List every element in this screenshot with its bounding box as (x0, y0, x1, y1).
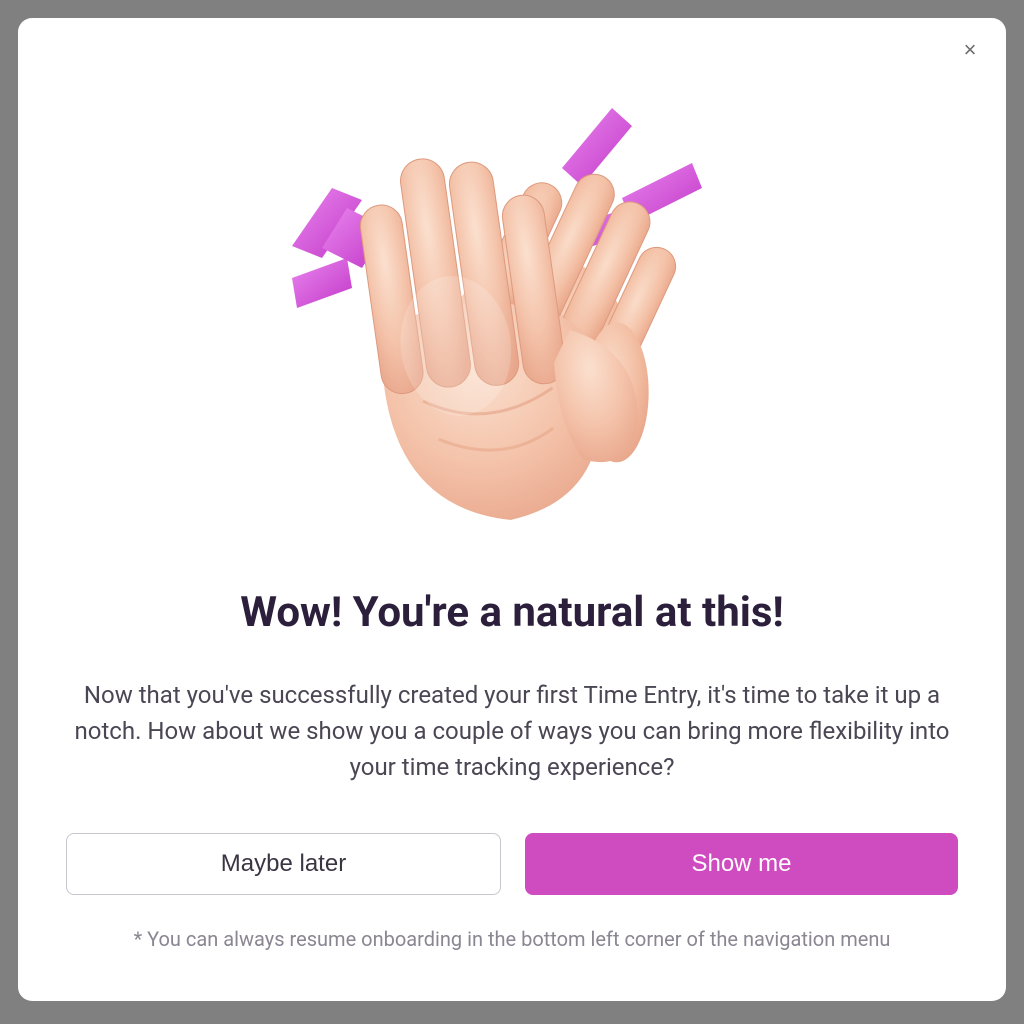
close-button[interactable]: × (956, 36, 984, 64)
modal-backdrop: × (0, 0, 1024, 1024)
modal-footnote: * You can always resume onboarding in th… (66, 927, 958, 951)
close-icon: × (964, 39, 977, 61)
clapping-hands-icon (252, 68, 772, 548)
modal-title: Wow! You're a natural at this! (66, 588, 958, 637)
onboarding-modal: × (18, 18, 1006, 1001)
maybe-later-button[interactable]: Maybe later (66, 833, 501, 895)
button-row: Maybe later Show me (66, 833, 958, 895)
illustration-wrap (66, 68, 958, 548)
show-me-button[interactable]: Show me (525, 833, 958, 895)
modal-body-text: Now that you've successfully created you… (72, 677, 952, 785)
